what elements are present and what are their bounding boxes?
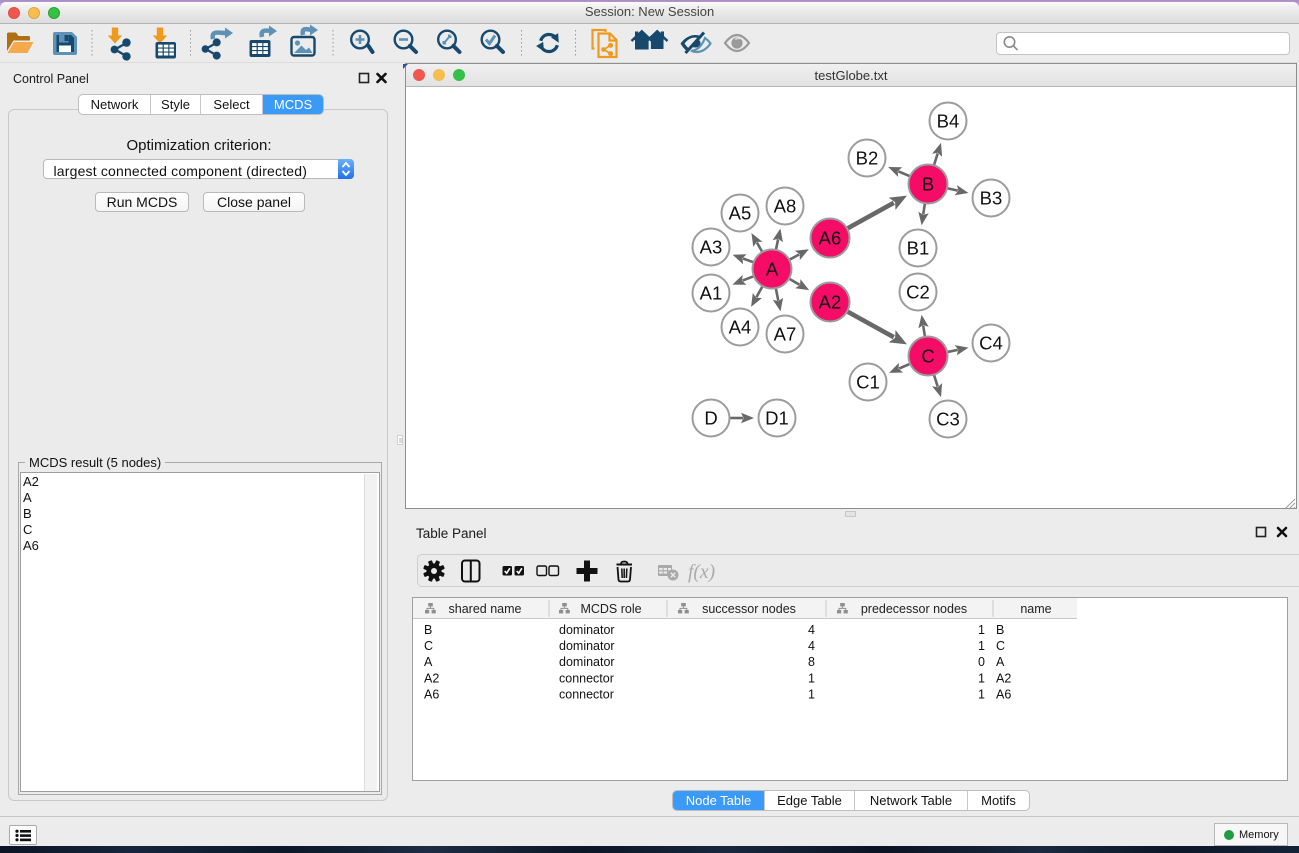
svg-text:B: B (996, 623, 1004, 637)
svg-text:B3: B3 (980, 188, 1003, 209)
svg-text:B2: B2 (856, 148, 879, 169)
svg-text:4: 4 (808, 639, 815, 653)
svg-text:B4: B4 (937, 111, 960, 132)
svg-text:A6: A6 (819, 228, 842, 249)
svg-text:A7: A7 (774, 324, 797, 345)
svg-text:D1: D1 (765, 408, 789, 429)
svg-text:C: C (921, 346, 934, 367)
svg-text:f(x): f(x) (688, 562, 715, 583)
svg-text:MCDS role: MCDS role (580, 602, 641, 616)
svg-text:C4: C4 (979, 333, 1003, 354)
svg-text:shared name: shared name (449, 602, 522, 616)
svg-text:A2: A2 (819, 292, 842, 313)
svg-text:B: B (922, 174, 934, 195)
svg-text:C: C (424, 639, 433, 653)
svg-text:dominator: dominator (559, 639, 615, 653)
svg-text:connector: connector (559, 687, 614, 701)
svg-text:A4: A4 (729, 317, 752, 338)
svg-text:C3: C3 (936, 409, 960, 430)
svg-text:A2: A2 (996, 671, 1011, 685)
svg-text:A5: A5 (729, 203, 752, 224)
svg-text:A3: A3 (700, 237, 723, 258)
svg-text:1: 1 (978, 623, 985, 637)
svg-text:1: 1 (978, 687, 985, 701)
svg-text:4: 4 (808, 623, 815, 637)
svg-text:C2: C2 (906, 282, 930, 303)
svg-text:8: 8 (808, 655, 815, 669)
svg-text:1: 1 (808, 687, 815, 701)
svg-text:predecessor nodes: predecessor nodes (861, 602, 967, 616)
svg-text:B1: B1 (907, 238, 930, 259)
svg-text:A: A (766, 259, 779, 280)
svg-text:A2: A2 (424, 671, 439, 685)
svg-text:C: C (996, 639, 1005, 653)
svg-text:1: 1 (978, 671, 985, 685)
svg-text:A1: A1 (700, 283, 723, 304)
svg-text:A8: A8 (774, 196, 797, 217)
svg-text:A: A (424, 655, 433, 669)
svg-text:A6: A6 (996, 687, 1011, 701)
svg-text:B: B (424, 623, 432, 637)
svg-text:successor nodes: successor nodes (702, 602, 796, 616)
svg-text:1: 1 (978, 639, 985, 653)
svg-text:connector: connector (559, 671, 614, 685)
svg-text:C1: C1 (856, 372, 880, 393)
svg-text:0: 0 (978, 655, 985, 669)
svg-text:dominator: dominator (559, 623, 615, 637)
svg-text:1: 1 (808, 671, 815, 685)
svg-text:A: A (996, 655, 1005, 669)
svg-text:name: name (1020, 602, 1051, 616)
svg-text:D: D (704, 408, 717, 429)
svg-text:dominator: dominator (559, 655, 615, 669)
svg-text:A6: A6 (424, 687, 439, 701)
